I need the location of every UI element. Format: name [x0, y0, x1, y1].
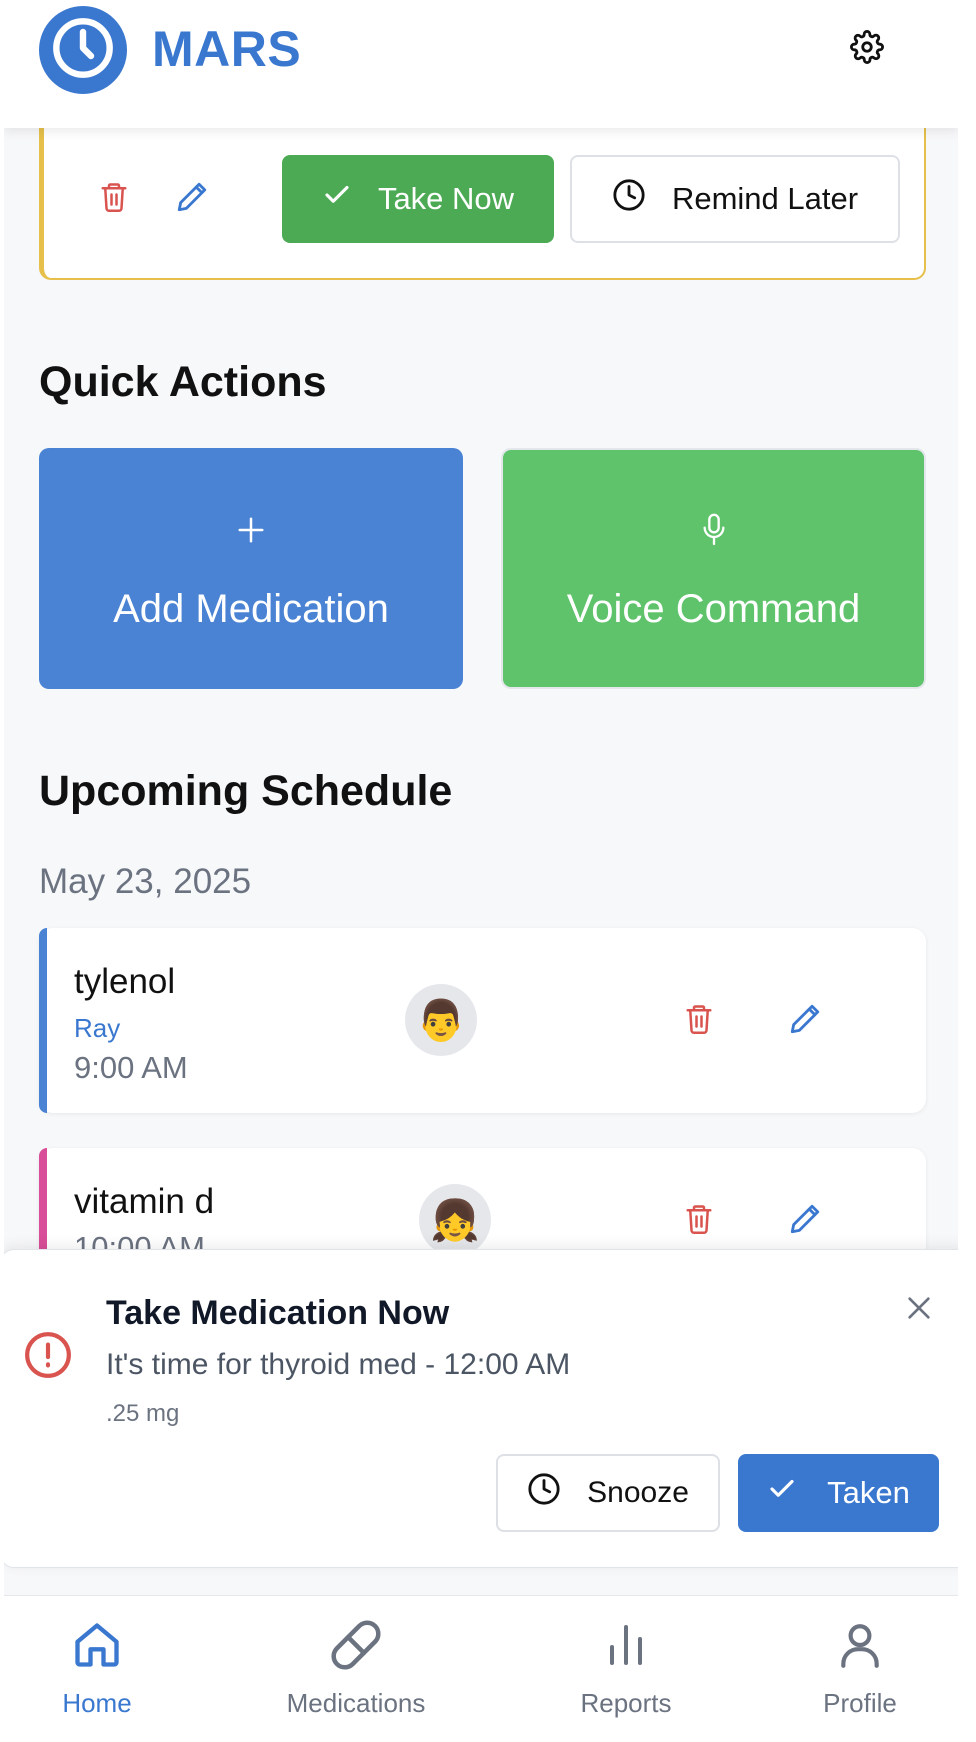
pencil-icon [788, 1002, 822, 1041]
edit-button[interactable] [783, 1199, 827, 1243]
app-header: MARS [4, 0, 958, 128]
taken-label: Taken [827, 1475, 910, 1510]
clock-icon [51, 16, 115, 85]
nav-label-home: Home [62, 1688, 132, 1718]
bar-chart-icon [602, 1614, 650, 1676]
nav-item-reports[interactable]: Reports [526, 1614, 726, 1719]
close-icon [903, 1292, 935, 1329]
check-icon [767, 1474, 797, 1512]
edit-button[interactable] [783, 999, 827, 1043]
trash-icon [99, 180, 129, 219]
delete-button[interactable] [677, 1199, 721, 1243]
check-icon [322, 180, 352, 218]
microphone-icon [700, 505, 728, 555]
trash-icon [684, 1202, 714, 1241]
clock-icon [527, 1472, 561, 1514]
gear-icon [850, 29, 884, 69]
delete-button[interactable] [677, 999, 721, 1043]
nav-item-profile[interactable]: Profile [760, 1614, 958, 1719]
home-icon [71, 1614, 123, 1676]
nav-label-medications: Medications [286, 1688, 426, 1718]
app-title: MARS [152, 21, 302, 77]
avatar: 👧 [419, 1184, 491, 1256]
app-logo [39, 6, 127, 94]
close-button[interactable] [899, 1290, 939, 1330]
schedule-item[interactable]: tylenol Ray 9:00 AM 👨 [39, 928, 926, 1113]
nav-label-reports: Reports [580, 1688, 672, 1718]
take-now-label: Take Now [377, 181, 515, 216]
voice-command-label: Voice Command [566, 587, 861, 631]
patient-name: Ray [74, 1013, 121, 1043]
pencil-icon [175, 180, 209, 219]
bottom-navigation: Home Medications Reports Profile [4, 1595, 958, 1742]
avatar: 👨 [405, 984, 477, 1056]
avatar-emoji: 👧 [430, 1198, 480, 1243]
nav-item-home[interactable]: Home [4, 1614, 197, 1719]
add-medication-button[interactable]: Add Medication [39, 448, 463, 689]
upcoming-schedule-title: Upcoming Schedule [39, 767, 453, 815]
remind-later-label: Remind Later [671, 181, 859, 216]
medication-name: vitamin d [74, 1182, 215, 1221]
snooze-button[interactable]: Snooze [496, 1454, 720, 1532]
add-medication-label: Add Medication [113, 587, 389, 631]
trash-icon [684, 1002, 714, 1041]
taken-button[interactable]: Taken [738, 1454, 939, 1532]
edit-button[interactable] [170, 177, 214, 221]
toast-title: Take Medication Now [106, 1294, 450, 1332]
pill-icon [329, 1614, 383, 1676]
settings-button[interactable] [848, 29, 886, 69]
pencil-icon [788, 1202, 822, 1241]
user-icon [835, 1614, 885, 1676]
toast-message: It's time for thyroid med - 12:00 AM [106, 1348, 571, 1381]
app-screen: Take Now Remind Later MARS Quick Actions… [4, 0, 958, 1742]
take-now-button[interactable]: Take Now [282, 155, 554, 243]
avatar-emoji: 👨 [416, 998, 466, 1043]
dose-time: 9:00 AM [74, 1050, 188, 1085]
remind-later-button[interactable]: Remind Later [570, 155, 900, 243]
plus-icon [236, 505, 266, 555]
delete-button[interactable] [92, 177, 136, 221]
alert-circle-icon [23, 1330, 73, 1385]
medication-name: tylenol [74, 962, 176, 1001]
quick-actions-title: Quick Actions [39, 358, 327, 406]
toast-dose: .25 mg [106, 1400, 180, 1427]
card-accent [39, 928, 47, 1113]
snooze-label: Snooze [587, 1476, 689, 1509]
nav-label-profile: Profile [823, 1688, 897, 1718]
nav-item-medications[interactable]: Medications [256, 1614, 456, 1719]
voice-command-button[interactable]: Voice Command [501, 448, 926, 689]
clock-icon [612, 178, 646, 220]
medication-reminder-toast: Take Medication Now It's time for thyroi… [4, 1249, 958, 1568]
schedule-date: May 23, 2025 [39, 862, 252, 901]
